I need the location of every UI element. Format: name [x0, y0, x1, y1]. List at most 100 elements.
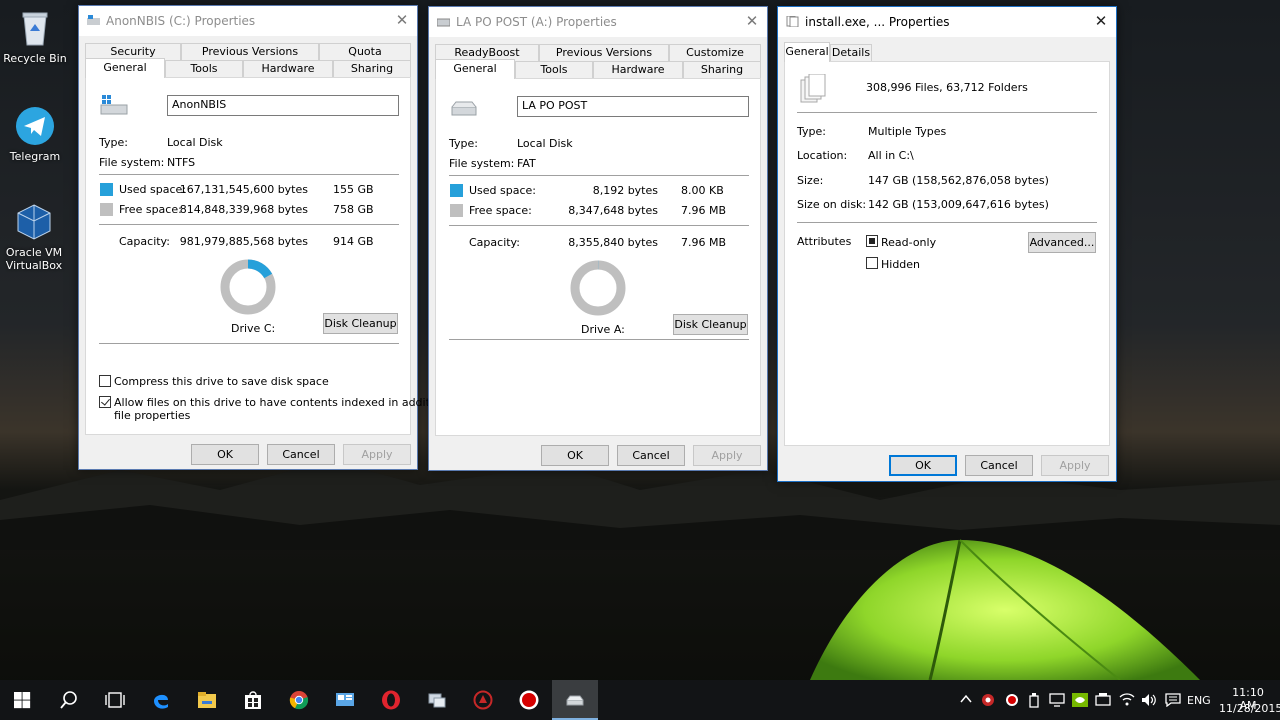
taskbar-recorder[interactable]: [506, 680, 552, 720]
tab-details[interactable]: Details: [830, 44, 872, 61]
tab-tools[interactable]: Tools: [515, 61, 593, 78]
start-button[interactable]: [0, 680, 46, 720]
desktop-icon-label: Oracle VM VirtualBox: [5, 246, 63, 272]
multiple-files-icon: [786, 16, 799, 27]
type-label: Type:: [449, 137, 478, 150]
taskbar-opera[interactable]: [368, 680, 414, 720]
close-button[interactable]: ✕: [737, 7, 767, 37]
input-language[interactable]: ENG: [1187, 694, 1211, 707]
compress-checkbox[interactable]: [99, 375, 111, 387]
tab-previous-versions[interactable]: Previous Versions: [539, 44, 669, 61]
tab-hardware[interactable]: Hardware: [593, 61, 683, 78]
tab-general[interactable]: General: [784, 42, 830, 62]
desktop-tent: [810, 539, 1200, 681]
index-label-line2: file properties: [114, 409, 191, 422]
type-value: Multiple Types: [868, 125, 947, 138]
task-view-button[interactable]: [92, 680, 138, 720]
capacity-size: 7.96 MB: [681, 236, 727, 249]
advanced-button[interactable]: Advanced...: [1028, 232, 1096, 253]
drive-name-input[interactable]: LA PO POST: [517, 96, 749, 117]
clock-date[interactable]: 11/28/2015: [1219, 702, 1280, 715]
apply-button[interactable]: Apply: [693, 445, 761, 466]
apply-button[interactable]: Apply: [1041, 455, 1109, 476]
desktop-icon-virtualbox[interactable]: Oracle VM VirtualBox: [0, 202, 69, 272]
ok-button[interactable]: OK: [889, 455, 957, 476]
close-button[interactable]: ✕: [1086, 7, 1116, 37]
close-button[interactable]: ✕: [387, 6, 417, 36]
opera-icon: [382, 690, 400, 710]
tray-monitor-icon[interactable]: [1049, 693, 1065, 707]
tab-previous-versions[interactable]: Previous Versions: [181, 43, 319, 60]
read-only-checkbox[interactable]: [866, 235, 878, 247]
taskbar-store[interactable]: [230, 680, 276, 720]
tray-nvidia-icon[interactable]: [1072, 693, 1088, 707]
taskbar-file-explorer[interactable]: [184, 680, 230, 720]
cancel-button[interactable]: Cancel: [965, 455, 1033, 476]
desktop-icon-recycle-bin[interactable]: Recycle Bin: [0, 8, 71, 65]
tab-hardware[interactable]: Hardware: [243, 60, 333, 77]
taskbar-red-app[interactable]: [460, 680, 506, 720]
tray-record-icon[interactable]: [1005, 693, 1019, 707]
cancel-button[interactable]: Cancel: [267, 444, 335, 465]
disk-usage-donut: [570, 260, 626, 316]
capacity-label: Capacity:: [119, 235, 170, 248]
divider: [449, 175, 749, 176]
free-space-gb: 758 GB: [333, 203, 374, 216]
free-space-size: 7.96 MB: [681, 204, 727, 217]
taskbar-network-app[interactable]: [414, 680, 460, 720]
free-space-swatch: [100, 203, 113, 216]
window-titlebar[interactable]: LA PO POST (A:) Properties ✕: [429, 7, 767, 37]
tab-customize[interactable]: Customize: [669, 44, 761, 61]
search-button[interactable]: [46, 680, 92, 720]
hidden-checkbox[interactable]: [866, 257, 878, 269]
chevron-up-icon[interactable]: [960, 694, 972, 704]
used-space-swatch: [100, 183, 113, 196]
tray-usb-icon[interactable]: [1028, 692, 1040, 708]
divider: [449, 339, 749, 340]
taskbar-edge[interactable]: [138, 680, 184, 720]
window-titlebar[interactable]: install.exe, ... Properties ✕: [778, 7, 1116, 37]
tabs-row: General Details: [784, 42, 1110, 62]
multiple-files-icon: [800, 74, 826, 103]
tab-general[interactable]: General: [435, 59, 515, 79]
tab-sharing[interactable]: Sharing: [683, 61, 761, 78]
files-properties-window[interactable]: install.exe, ... Properties ✕ General De…: [777, 6, 1117, 482]
divider: [797, 222, 1097, 223]
cancel-button[interactable]: Cancel: [617, 445, 685, 466]
wifi-icon[interactable]: [1119, 692, 1135, 706]
drive-name-input[interactable]: AnonNBIS: [167, 95, 399, 116]
type-value: Local Disk: [167, 136, 223, 149]
desktop-icon-telegram[interactable]: Telegram: [0, 106, 71, 163]
ok-button[interactable]: OK: [541, 445, 609, 466]
taskbar-control-panel[interactable]: [322, 680, 368, 720]
used-space-bytes: 167,131,545,600 bytes: [179, 183, 308, 196]
tab-quota[interactable]: Quota: [319, 43, 411, 60]
apply-button[interactable]: Apply: [343, 444, 411, 465]
tab-sharing[interactable]: Sharing: [333, 60, 411, 77]
telegram-icon: [16, 107, 54, 145]
tray-device-icon[interactable]: [1095, 693, 1111, 707]
free-space-bytes: 8,347,648 bytes: [568, 204, 658, 217]
virtualbox-icon: [17, 204, 51, 240]
tray-red-icon[interactable]: [981, 693, 995, 707]
disk-cleanup-button[interactable]: Disk Cleanup: [673, 314, 748, 335]
read-only-label: Read-only: [881, 236, 937, 249]
tab-general[interactable]: General: [85, 58, 165, 78]
search-icon: [60, 691, 77, 709]
ok-button[interactable]: OK: [191, 444, 259, 465]
tab-tools[interactable]: Tools: [165, 60, 243, 77]
drive-icon: [87, 15, 100, 25]
taskbar-chrome[interactable]: [276, 680, 322, 720]
general-panel: AnonNBIS Type: Local Disk File system: N…: [85, 77, 461, 435]
recycle-bin-icon: [22, 12, 48, 46]
drive-a-properties-window[interactable]: LA PO POST (A:) Properties ✕ ReadyBoost …: [428, 6, 768, 471]
drive-c-properties-window[interactable]: AnonNBIS (C:) Properties ✕ Security Prev…: [78, 5, 461, 470]
volume-icon[interactable]: [1141, 693, 1157, 707]
window-titlebar[interactable]: AnonNBIS (C:) Properties ✕: [79, 6, 417, 36]
index-checkbox[interactable]: [99, 396, 111, 408]
attributes-label: Attributes: [797, 235, 852, 248]
file-system-value: FAT: [517, 157, 536, 170]
action-center-icon[interactable]: [1165, 693, 1181, 707]
disk-cleanup-button[interactable]: Disk Cleanup: [323, 313, 398, 334]
taskbar-drive-properties[interactable]: [552, 680, 598, 720]
